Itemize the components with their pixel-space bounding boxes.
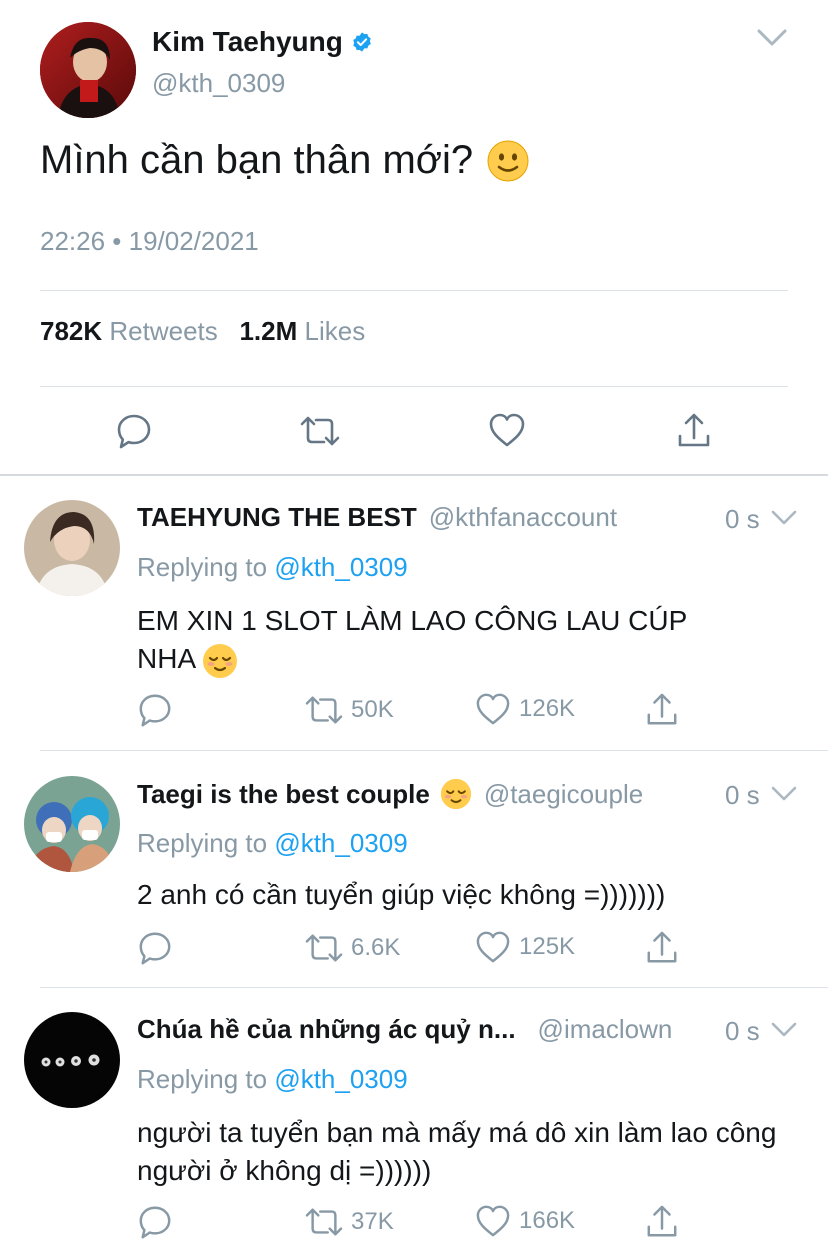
share-icon[interactable] [645,692,679,728]
divider [40,386,788,387]
reply-author-name[interactable]: Chúa hề của những ác quỷ n... [137,1014,516,1045]
reply-icon[interactable] [137,1204,173,1240]
like-heart-icon[interactable] [488,412,526,448]
likes-label[interactable]: Likes [305,316,366,346]
tweet-text-row: Mình cần bạn thân mới? [40,138,529,183]
like-heart-icon[interactable] [475,930,511,964]
retweet-icon[interactable] [305,692,343,728]
replying-to: Replying to @kth_0309 [137,552,408,583]
retweet-icon[interactable] [305,1204,343,1240]
reply-action-bar: 37K 166K [137,1204,697,1244]
reply-text: 2 anh có cần tuyển giúp việc không =))))… [137,879,666,910]
like-heart-icon[interactable] [475,1204,511,1238]
retweets-label[interactable]: Retweets [109,316,217,346]
author-name-row[interactable]: Kim Taehyung [152,26,373,58]
chevron-down-icon[interactable] [770,1020,798,1040]
reply-time: 0 s [725,780,760,810]
divider [40,290,788,291]
relieved-face-emoji-icon [440,778,472,810]
retweet-count: 37K [351,1208,394,1235]
share-icon[interactable] [645,930,679,966]
retweets-count[interactable]: 782K [40,316,102,346]
tweet-stats: 782K Retweets 1.2M Likes [40,316,365,347]
reply-icon[interactable] [137,930,173,966]
retweet-icon[interactable] [300,412,340,450]
retweet-action[interactable]: 50K [305,692,394,728]
reply-action-bar: 50K 126K [137,692,697,732]
slight-smile-emoji-icon [487,140,529,182]
retweet-action[interactable]: 37K [305,1204,394,1240]
reply-header: Taegi is the best couple @taegicouple [137,778,643,810]
reply-header: Chúa hề của những ác quỷ n... @imaclown [137,1014,672,1045]
author-name[interactable]: Kim Taehyung [152,26,343,58]
divider [40,987,828,988]
replying-to-handle[interactable]: @kth_0309 [274,552,407,582]
reply-author-name[interactable]: TAEHYUNG THE BEST [137,502,417,533]
like-action[interactable]: 126K [475,692,575,726]
reply-avatar[interactable] [24,500,120,596]
share-icon[interactable] [676,412,712,450]
reply-time: 0 s [725,1016,760,1046]
author-avatar[interactable] [40,22,136,118]
reply-avatar[interactable] [24,776,120,872]
reply-icon[interactable] [115,412,153,450]
reply-icon[interactable] [137,692,173,728]
retweet-action[interactable]: 6.6K [305,930,400,966]
like-heart-icon[interactable] [475,692,511,726]
replying-to-label: Replying to [137,828,268,858]
reply-author-name[interactable]: Taegi is the best couple [137,779,430,810]
like-action[interactable]: 125K [475,930,575,964]
reply-author-handle[interactable]: @kthfanaccount [429,502,617,533]
tweet-text: Mình cần bạn thân mới? [40,138,474,182]
relieved-face-emoji-icon [202,643,238,679]
tweet-timestamp[interactable]: 22:26 • 19/02/2021 [40,226,259,257]
chevron-down-icon[interactable] [770,508,798,528]
like-count: 166K [519,1207,576,1234]
share-icon[interactable] [645,1204,679,1240]
replying-to-label: Replying to [137,552,268,582]
reply-text: người ta tuyển bạn mà mấy má dô xin làm … [137,1117,777,1186]
likes-count[interactable]: 1.2M [239,316,297,346]
reply-author-handle[interactable]: @imaclown [538,1014,673,1045]
retweet-icon[interactable] [305,930,343,966]
reply-author-handle[interactable]: @taegicouple [484,779,643,810]
reply-header: TAEHYUNG THE BEST @kthfanaccount [137,502,617,533]
chevron-down-icon[interactable] [770,784,798,804]
verified-badge-icon [351,31,373,53]
replying-to-label: Replying to [137,1064,268,1094]
retweet-count: 50K [351,696,394,723]
chevron-down-icon[interactable] [756,26,788,50]
like-action[interactable]: 166K [475,1204,575,1238]
section-divider [0,474,828,476]
reply-text-block: EM XIN 1 SLOT LÀM LAO CÔNG LAU CÚP NHA [137,602,747,679]
reply-avatar[interactable] [24,1012,120,1108]
like-count: 126K [519,695,576,722]
replying-to: Replying to @kth_0309 [137,828,408,859]
replying-to: Replying to @kth_0309 [137,1064,408,1095]
replying-to-handle[interactable]: @kth_0309 [274,1064,407,1094]
retweet-count: 6.6K [351,934,401,961]
reply-action-bar: 6.6K 125K [137,930,697,970]
divider [40,750,828,751]
like-count: 125K [519,933,576,960]
reply-time: 0 s [725,504,760,534]
replying-to-handle[interactable]: @kth_0309 [274,828,407,858]
author-handle[interactable]: @kth_0309 [152,68,285,99]
